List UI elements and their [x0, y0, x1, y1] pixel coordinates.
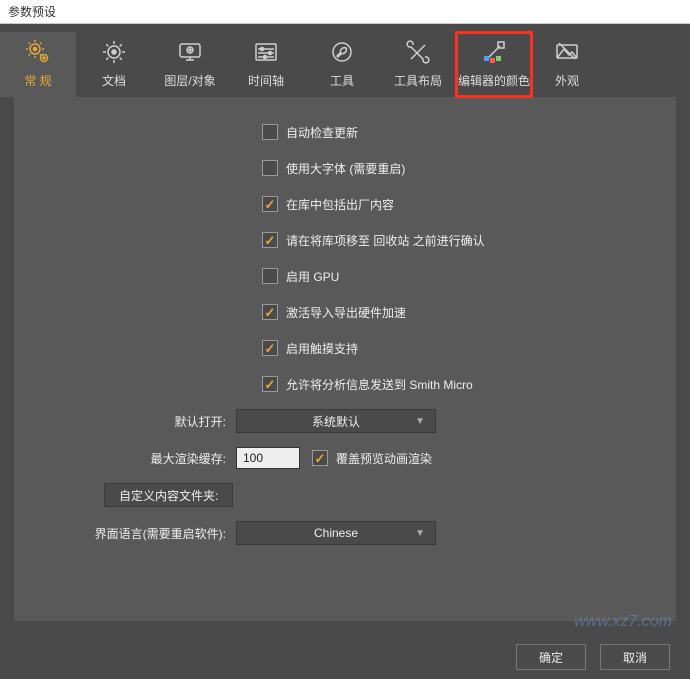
window-titlebar: 参数预设: [0, 0, 690, 24]
enable-gpu-checkbox[interactable]: [262, 268, 278, 284]
dropdown-value: Chinese: [314, 526, 358, 540]
confirm-trash-checkbox[interactable]: [262, 232, 278, 248]
button-label: 取消: [623, 651, 647, 665]
checkbox-row: 使用大字体 (需要重启): [44, 157, 646, 179]
include-factory-checkbox[interactable]: [262, 196, 278, 212]
checkbox-label: 启用触摸支持: [286, 340, 358, 357]
checkbox-row: 请在将库项移至 回收站 之前进行确认: [44, 229, 646, 251]
analytics-checkbox[interactable]: [262, 376, 278, 392]
button-label: 自定义内容文件夹:: [119, 487, 218, 504]
dialog-content: 常 规 文档 图层/对象 时间轴: [0, 24, 690, 679]
ui-language-dropdown[interactable]: Chinese ▼: [236, 521, 436, 545]
custom-content-folder-button[interactable]: 自定义内容文件夹:: [104, 483, 233, 507]
checkbox-row: 启用触摸支持: [44, 337, 646, 359]
checkbox-row: 允许将分析信息发送到 Smith Micro: [44, 373, 646, 395]
tab-tools[interactable]: 工具: [304, 32, 380, 97]
checkbox-label: 允许将分析信息发送到 Smith Micro: [286, 376, 473, 393]
checkbox-label: 激活导入导出硬件加速: [286, 304, 406, 321]
tab-label: 工具: [330, 72, 354, 89]
default-open-dropdown[interactable]: 系统默认 ▼: [236, 409, 436, 433]
tab-label: 工具布局: [394, 72, 442, 89]
ui-lang-row: 界面语言(需要重启软件): Chinese ▼: [44, 521, 646, 545]
chevron-down-icon: ▼: [415, 416, 425, 427]
tab-document[interactable]: 文档: [76, 32, 152, 97]
appearance-icon: [553, 38, 581, 66]
field-label: 默认打开:: [44, 413, 236, 430]
max-cache-row: 最大渲染缓存: 覆盖预览动画渲染: [44, 447, 646, 469]
auto-update-checkbox[interactable]: [262, 124, 278, 140]
preferences-dialog: 参数预设 常 规 文档 图层/对象: [0, 0, 690, 679]
checkbox-label: 在库中包括出厂内容: [286, 196, 394, 213]
max-cache-input[interactable]: [236, 447, 300, 469]
tab-tool-layout[interactable]: 工具布局: [380, 32, 456, 97]
tab-label: 编辑器的颜色: [458, 72, 530, 89]
tab-label: 文档: [102, 72, 126, 89]
override-preview-checkbox[interactable]: [312, 450, 328, 466]
palette-icon: [480, 38, 508, 66]
large-font-checkbox[interactable]: [262, 160, 278, 176]
hw-accel-checkbox[interactable]: [262, 304, 278, 320]
chevron-down-icon: ▼: [415, 528, 425, 539]
field-label: 最大渲染缓存:: [44, 450, 236, 467]
tab-label: 图层/对象: [164, 72, 215, 89]
checkbox-row: 激活导入导出硬件加速: [44, 301, 646, 323]
cancel-button[interactable]: 取消: [600, 644, 670, 670]
dialog-footer: 确定 取消: [0, 635, 690, 679]
gear-icon: [100, 38, 128, 66]
sliders-icon: [252, 38, 280, 66]
tab-timeline[interactable]: 时间轴: [228, 32, 304, 97]
checkbox-label: 使用大字体 (需要重启): [286, 160, 405, 177]
default-open-row: 默认打开: 系统默认 ▼: [44, 409, 646, 433]
tab-appearance[interactable]: 外观: [532, 32, 602, 97]
window-title: 参数预设: [8, 5, 56, 19]
custom-folder-row: 自定义内容文件夹:: [44, 483, 646, 507]
touch-support-checkbox[interactable]: [262, 340, 278, 356]
settings-panel: 自动检查更新 使用大字体 (需要重启) 在库中包括出厂内容 请在将库项移至 回收…: [14, 97, 676, 621]
monitor-icon: [176, 38, 204, 66]
wrench-icon: [328, 38, 356, 66]
tab-label: 常 规: [24, 72, 51, 89]
checkbox-label: 请在将库项移至 回收站 之前进行确认: [286, 232, 485, 249]
checkbox-label: 覆盖预览动画渲染: [336, 450, 432, 467]
ok-button[interactable]: 确定: [516, 644, 586, 670]
checkbox-label: 自动检查更新: [286, 124, 358, 141]
button-label: 确定: [539, 651, 563, 665]
tab-editor-colors[interactable]: 编辑器的颜色: [456, 32, 532, 97]
tab-bar: 常 规 文档 图层/对象 时间轴: [0, 24, 690, 97]
tab-layers[interactable]: 图层/对象: [152, 32, 228, 97]
dropdown-value: 系统默认: [312, 413, 360, 430]
gears-icon: [24, 38, 52, 66]
tab-label: 时间轴: [248, 72, 284, 89]
checkbox-row: 在库中包括出厂内容: [44, 193, 646, 215]
tab-label: 外观: [555, 72, 579, 89]
checkbox-label: 启用 GPU: [286, 268, 339, 285]
checkbox-row: 自动检查更新: [44, 121, 646, 143]
tab-general[interactable]: 常 规: [0, 32, 76, 97]
tools-cross-icon: [404, 38, 432, 66]
checkbox-row: 启用 GPU: [44, 265, 646, 287]
field-label: 界面语言(需要重启软件):: [44, 525, 236, 542]
